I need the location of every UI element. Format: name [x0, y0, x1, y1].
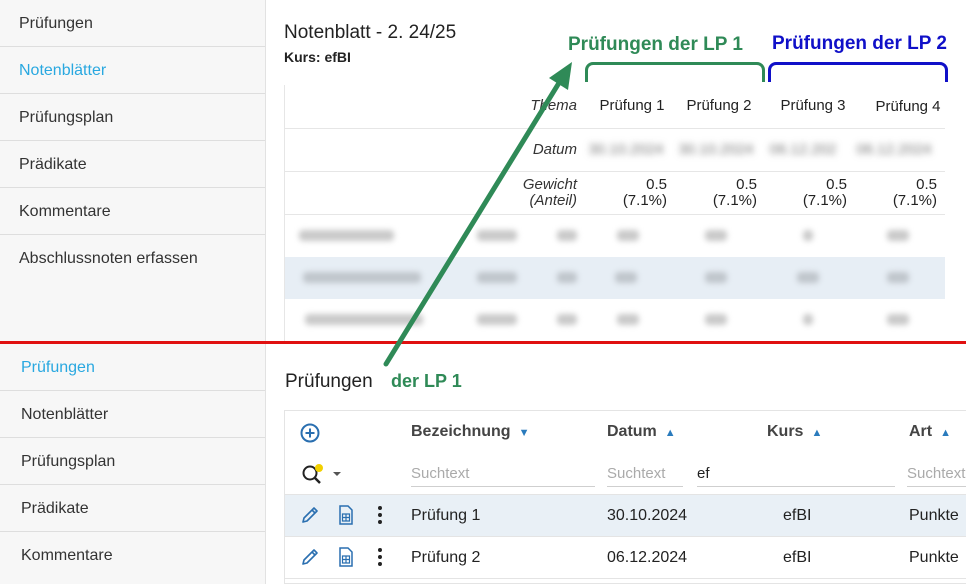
exam-name: Prüfung 1	[411, 507, 481, 524]
sort-desc-icon: ▼	[518, 427, 530, 439]
column-header-bezeichnung[interactable]: Bezeichnung ▼	[411, 423, 529, 441]
share-value: (7.1%)	[712, 192, 757, 209]
table-row[interactable]: Prüfung 2 06.12.2024 efBI Punkte	[285, 537, 966, 579]
table-header: Bezeichnung ▼ Datum ▲ Kurs ▲ Art ▲	[285, 411, 966, 455]
thema-label: Thema	[530, 97, 577, 114]
exam-date: 06.12.2024	[607, 549, 688, 566]
gewicht-text: Gewicht	[522, 176, 577, 193]
student-row-redacted	[285, 257, 945, 299]
more-vert-icon[interactable]	[377, 505, 383, 530]
exam-header[interactable]: Prüfung 3	[770, 97, 856, 114]
exam-weight: 0.5 (7.1%)	[761, 177, 847, 209]
exam-name: Prüfung 2	[411, 549, 481, 566]
share-value: (7.1%)	[802, 192, 847, 209]
sidebar-item-notenblaetter[interactable]: Notenblätter	[0, 391, 265, 438]
redacted-content	[303, 272, 909, 283]
sidebar-item-notenblaetter[interactable]: Notenblätter	[0, 47, 265, 94]
sidebar-item-pruefungen[interactable]: Prüfungen	[0, 0, 265, 47]
more-vert-icon[interactable]	[377, 547, 383, 572]
course-label: Kurs: efBI	[284, 49, 351, 65]
annotation-lp2-label: Prüfungen der LP 2	[772, 33, 947, 54]
sidebar-item-abschlussnoten[interactable]: Abschlussnoten erfassen	[0, 235, 265, 282]
exam-date: 06.12.2024	[856, 141, 932, 158]
weight-value: 0.5	[736, 176, 757, 193]
datum-row: Datum 30.10.2024 30.10.2024 06.12.202 06…	[285, 129, 945, 172]
sort-asc-icon: ▲	[940, 427, 951, 439]
exam-type: Punkte	[909, 507, 959, 524]
annotation-lp1-label: Prüfungen der LP 1	[568, 34, 743, 55]
filter-datum-input[interactable]: Suchtext	[607, 465, 683, 487]
spreadsheet-icon[interactable]	[337, 547, 355, 572]
filter-row: Suchtext Suchtext ef Suchtext	[285, 455, 966, 495]
anteil-text: (Anteil)	[529, 192, 577, 209]
filter-bezeichnung-input[interactable]: Suchtext	[411, 465, 595, 487]
share-value: (7.1%)	[892, 192, 937, 209]
table-row[interactable]: Prüfung 1 30.10.2024 efBI Punkte	[285, 495, 966, 537]
edit-icon[interactable]	[300, 505, 320, 530]
gewicht-row: Gewicht (Anteil) 0.5 (7.1%) 0.5 (7.1%) 0…	[285, 172, 945, 215]
search-filter-icon[interactable]	[300, 463, 342, 490]
sort-asc-icon: ▲	[811, 427, 823, 439]
page-title: Notenblatt - 2. 24/25	[284, 22, 457, 43]
edit-icon[interactable]	[300, 547, 320, 572]
exam-date: 30.10.2024	[678, 141, 754, 158]
thema-row: Thema Prüfung 1 Prüfung 2 Prüfung 3 Prüf…	[285, 85, 945, 129]
sidebar-item-kommentare[interactable]: Kommentare	[0, 532, 265, 579]
redacted-content	[299, 230, 909, 241]
exam-weight: 0.5 (7.1%)	[851, 177, 937, 209]
share-value: (7.1%)	[622, 192, 667, 209]
annotation-lp1-bracket	[585, 62, 765, 82]
exam-date: 06.12.202	[769, 141, 837, 158]
exam-weight: 0.5 (7.1%)	[671, 177, 757, 209]
column-header-datum[interactable]: Datum ▲	[607, 423, 676, 441]
datum-label: Datum	[532, 141, 577, 158]
grade-sheet-table: Thema Prüfung 1 Prüfung 2 Prüfung 3 Prüf…	[284, 85, 945, 341]
student-row-redacted	[285, 299, 945, 341]
sidebar-top: Prüfungen Notenblätter Prüfungsplan Präd…	[0, 0, 266, 342]
column-header-art[interactable]: Art ▲	[909, 423, 951, 441]
exam-list-table: Bezeichnung ▼ Datum ▲ Kurs ▲ Art ▲ Suchtext …	[284, 410, 966, 584]
exam-header[interactable]: Prüfung 2	[676, 97, 762, 114]
sidebar-item-praedikate[interactable]: Prädikate	[0, 141, 265, 188]
annotation-lp1-inline: der LP 1	[391, 371, 462, 391]
exam-header[interactable]: Prüfung 1	[589, 97, 675, 114]
sidebar-item-praedikate[interactable]: Prädikate	[0, 485, 265, 532]
weight-value: 0.5	[826, 176, 847, 193]
sidebar-item-pruefungsplan[interactable]: Prüfungsplan	[0, 438, 265, 485]
annotation-lp2-bracket	[768, 62, 948, 82]
exam-date: 30.10.2024	[588, 141, 664, 158]
sidebar-item-pruefungen[interactable]: Prüfungen	[0, 344, 265, 391]
weight-value: 0.5	[646, 176, 667, 193]
sidebar-bottom: Prüfungen Notenblätter Prüfungsplan Präd…	[0, 344, 266, 584]
exam-header[interactable]: Prüfung 4	[865, 98, 945, 115]
exam-type: Punkte	[909, 549, 959, 566]
student-row-redacted	[285, 215, 945, 257]
weight-value: 0.5	[916, 176, 937, 193]
spreadsheet-icon[interactable]	[337, 505, 355, 530]
filter-art-input[interactable]: Suchtext	[907, 465, 966, 487]
sidebar-item-kommentare[interactable]: Kommentare	[0, 188, 265, 235]
exam-weight: 0.5 (7.1%)	[581, 177, 667, 209]
section-title: Prüfungen	[285, 371, 373, 392]
sidebar-item-pruefungsplan[interactable]: Prüfungsplan	[0, 94, 265, 141]
gewicht-label: Gewicht (Anteil)	[523, 177, 577, 209]
add-icon[interactable]	[300, 423, 320, 448]
column-header-kurs[interactable]: Kurs ▲	[767, 423, 822, 441]
exam-date: 30.10.2024	[607, 507, 688, 524]
sort-asc-icon: ▲	[664, 427, 676, 439]
redacted-content	[305, 314, 909, 325]
exam-course: efBI	[783, 507, 812, 524]
filter-kurs-input[interactable]: ef	[697, 465, 895, 487]
exam-course: efBI	[783, 549, 812, 566]
